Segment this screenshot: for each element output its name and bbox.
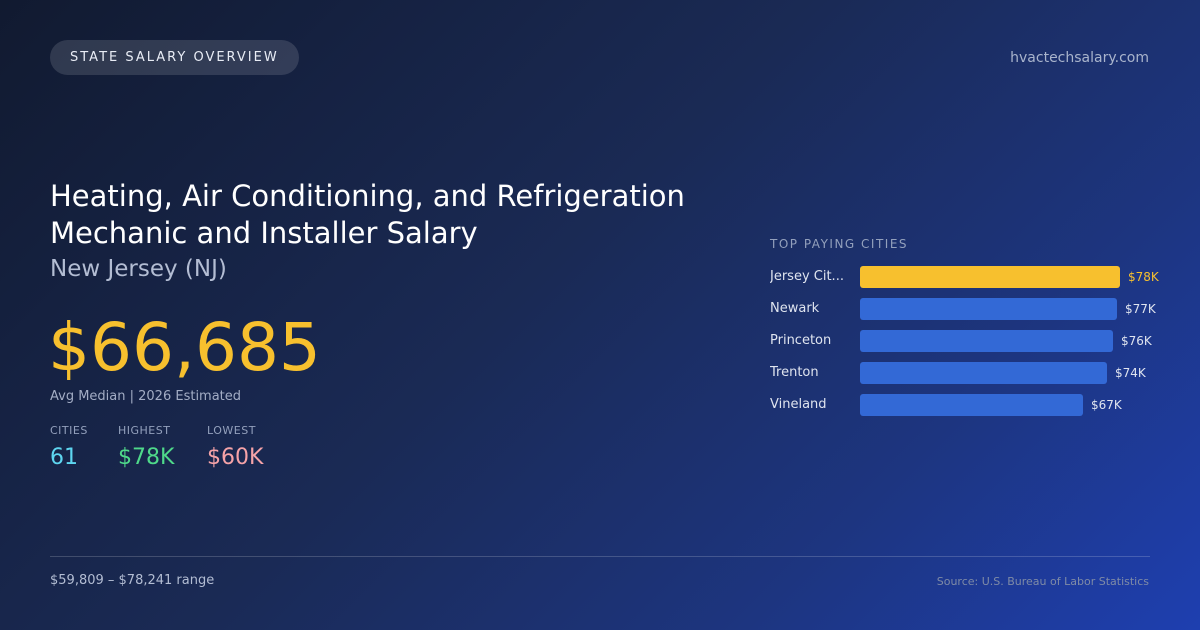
stat-lowest-label: LOWEST [207,424,256,437]
bar-value-label: $67K [1091,398,1122,412]
stat-highest: HIGHEST $78K [118,424,174,470]
bar [860,330,1113,352]
median-salary: $66,685 [48,309,321,386]
stat-cities: CITIES 61 [50,424,88,470]
bar-row: Trenton $74K [770,362,1170,384]
bar-value-label: $76K [1121,334,1152,348]
bar [860,298,1117,320]
page-title: Heating, Air Conditioning, and Refrigera… [50,179,685,250]
bar [860,394,1083,416]
bar-row: Princeton $76K [770,330,1170,352]
site-domain: hvactechsalary.com [1010,50,1149,66]
bar [860,266,1120,288]
bar-row: Jersey Cit... $78K [770,266,1170,288]
bar-category-label: Vineland [770,397,827,412]
bar-value-label: $78K [1128,270,1159,284]
top-cities-chart: Jersey Cit... $78K Newark $77K Princeton $76K… [770,266,1170,426]
bar-value-label: $74K [1115,366,1146,380]
stat-lowest: LOWEST $60K [207,424,263,470]
salary-range: $59,809 – $78,241 range [50,573,215,588]
bar-category-label: Jersey Cit... [770,269,844,284]
section-badge: STATE SALARY OVERVIEW [50,40,299,75]
bar [860,362,1107,384]
chart-title: TOP PAYING CITIES [770,237,909,251]
bar-row: Newark $77K [770,298,1170,320]
stat-lowest-value: $60K [207,445,264,470]
stat-cities-value: 61 [50,445,78,470]
state-name: New Jersey (NJ) [50,256,227,282]
stat-highest-value: $78K [118,445,175,470]
source-note: Source: U.S. Bureau of Labor Statistics [936,575,1149,588]
bar-value-label: $77K [1125,302,1156,316]
bar-category-label: Newark [770,301,820,316]
stat-cities-label: CITIES [50,424,88,437]
bar-category-label: Trenton [770,365,819,380]
bar-category-label: Princeton [770,333,832,348]
footer-divider [50,556,1150,557]
stat-highest-label: HIGHEST [118,424,171,437]
bar-row: Vineland $67K [770,394,1170,416]
salary-subline: Avg Median | 2026 Estimated [50,389,242,404]
